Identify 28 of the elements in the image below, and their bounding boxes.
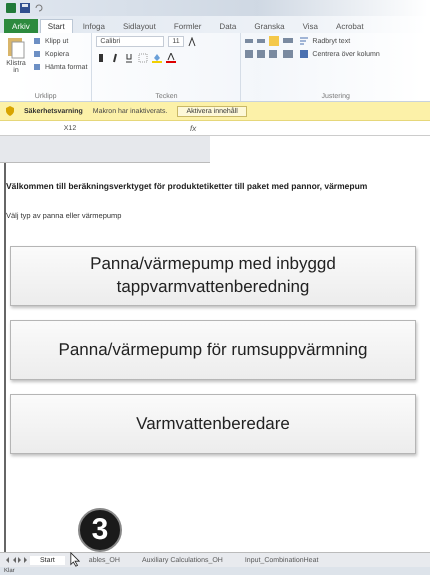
ribbon-tab[interactable]: Visa (294, 19, 326, 33)
ribbon-tab[interactable]: Acrobat (328, 19, 372, 33)
fill-color-icon[interactable] (152, 53, 162, 63)
ribbon-tab[interactable]: Infoga (74, 19, 113, 33)
choice-button[interactable]: Varmvattenberedare (10, 394, 416, 454)
welcome-text: Välkommen till beräkningsverktyget för produktetiketter till paket med pannor, värmepum (6, 181, 368, 191)
grow-font-icon[interactable] (188, 36, 198, 46)
ribbon-tab[interactable]: Formler (166, 19, 210, 33)
choice-button[interactable]: Panna/värmepump med inbyggd tappvarmvattenberedning (10, 246, 416, 306)
font-color-icon[interactable] (166, 53, 176, 63)
cursor-icon (70, 552, 80, 567)
wrap-text-icon (299, 36, 310, 46)
clipboard-icon (7, 36, 25, 60)
function-label[interactable]: fx (190, 124, 196, 132)
ribbon-tab[interactable]: Arkiv (4, 19, 38, 33)
border-icon[interactable] (138, 53, 148, 63)
undo-icon[interactable] (34, 3, 44, 13)
shield-icon (6, 106, 14, 116)
save-icon[interactable] (20, 3, 30, 13)
sheet-nav-icon[interactable] (4, 556, 28, 564)
merge-icon (299, 49, 310, 59)
underline-icon[interactable] (124, 53, 134, 63)
ribbon-tab[interactable]: Granska (246, 19, 293, 33)
ribbon-tab[interactable]: Start (40, 19, 73, 33)
ribbon-tab[interactable]: Data (211, 19, 244, 33)
ribbon-tab[interactable]: Sidlayout (114, 19, 164, 33)
choice-button[interactable]: Panna/värmepump för rumsuppvärmning (10, 320, 416, 380)
step-badge: 3 (78, 508, 122, 552)
